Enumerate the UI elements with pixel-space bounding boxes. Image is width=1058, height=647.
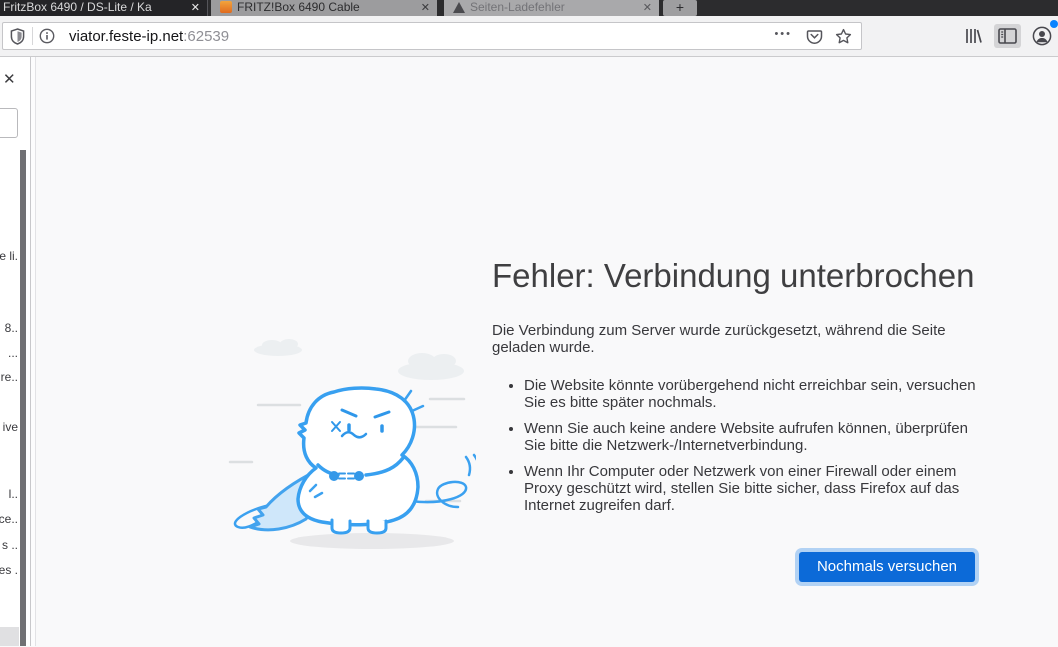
sidebar-scroll-corner — [0, 627, 19, 646]
urlbar-separator — [32, 27, 33, 45]
navigation-toolbar: viator.feste-ip.net:62539 ••• — [0, 16, 1058, 57]
error-page: Fehler: Verbindung unterbrochen Die Verb… — [36, 57, 1058, 646]
plus-icon: + — [676, 0, 684, 15]
pocket-icon[interactable] — [806, 28, 823, 45]
sidebar-item-fragment[interactable]: s .. — [2, 538, 18, 552]
tab-page-load-error[interactable]: Seiten-Ladefehler ✕ — [444, 0, 659, 16]
address-bar[interactable]: viator.feste-ip.net:62539 ••• — [2, 22, 862, 50]
error-description: Die Verbindung zum Server wurde zurückge… — [492, 322, 976, 356]
sidebar-search-input[interactable] — [0, 108, 18, 138]
sidebar-scrollbar[interactable] — [20, 150, 26, 646]
browser-sidebar: ✕ e li. 8.. ... re.. ive l.. ce.. s .. e… — [0, 57, 30, 646]
url-port: :62539 — [183, 28, 229, 45]
sidebars-toggle-icon[interactable] — [994, 24, 1021, 48]
library-icon[interactable] — [960, 23, 987, 49]
sidebar-item-fragment[interactable]: 8.. — [5, 321, 18, 335]
sidebar-item-fragment[interactable]: ive — [3, 420, 18, 434]
error-suggestion: Wenn Sie auch keine andere Website aufru… — [524, 420, 976, 454]
tracking-protection-icon[interactable] — [3, 28, 32, 45]
fritzbox-favicon-icon — [220, 1, 232, 13]
tab-title: FRITZ!Box 6490 Cable — [237, 0, 417, 14]
tab-title: Seiten-Ladefehler — [470, 0, 639, 14]
notification-dot — [1050, 20, 1058, 28]
disconnected-dino-illustration — [226, 335, 476, 565]
error-title: Fehler: Verbindung unterbrochen — [492, 257, 976, 295]
retry-button[interactable]: Nochmals versuchen — [799, 552, 975, 582]
sidebar-item-fragment[interactable]: l.. — [9, 487, 18, 501]
bookmark-star-icon[interactable] — [835, 28, 852, 45]
sidebar-item-fragment[interactable]: ... — [8, 346, 18, 360]
url-host: viator.feste-ip.net — [69, 28, 183, 45]
site-info-icon[interactable] — [39, 28, 55, 44]
close-sidebar-button[interactable]: ✕ — [3, 70, 16, 88]
url-text[interactable]: viator.feste-ip.net:62539 — [69, 28, 766, 45]
sidebar-item-fragment[interactable]: e li. — [0, 249, 18, 263]
error-suggestion: Wenn Ihr Computer oder Netzwerk von eine… — [524, 463, 976, 514]
account-icon[interactable] — [1028, 22, 1056, 50]
close-icon[interactable]: ✕ — [643, 1, 652, 14]
tab-bar: FritzBox 6490 / DS-Lite / Ka ✕ FRITZ!Box… — [0, 0, 1058, 16]
tab-title: FritzBox 6490 / DS-Lite / Ka — [0, 0, 187, 14]
close-icon[interactable]: ✕ — [421, 1, 430, 14]
tab-fritzbox-dslite[interactable]: FritzBox 6490 / DS-Lite / Ka ✕ — [0, 0, 208, 16]
page-actions-icon[interactable]: ••• — [774, 28, 792, 40]
sidebar-item-fragment[interactable]: es . — [0, 563, 18, 577]
sidebar-item-fragment[interactable]: re.. — [1, 370, 18, 384]
sidebar-item-fragment[interactable]: ce.. — [0, 512, 18, 526]
warning-favicon-icon — [453, 2, 465, 13]
toolbar-button-cluster — [960, 22, 1054, 50]
new-tab-button[interactable]: + — [663, 0, 697, 16]
error-suggestions-list: Die Website könnte vorübergehend nicht e… — [492, 377, 976, 514]
error-suggestion: Die Website könnte vorübergehend nicht e… — [524, 377, 976, 411]
tab-fritzbox-cable[interactable]: FRITZ!Box 6490 Cable ✕ — [211, 0, 437, 16]
close-icon[interactable]: ✕ — [191, 1, 200, 14]
